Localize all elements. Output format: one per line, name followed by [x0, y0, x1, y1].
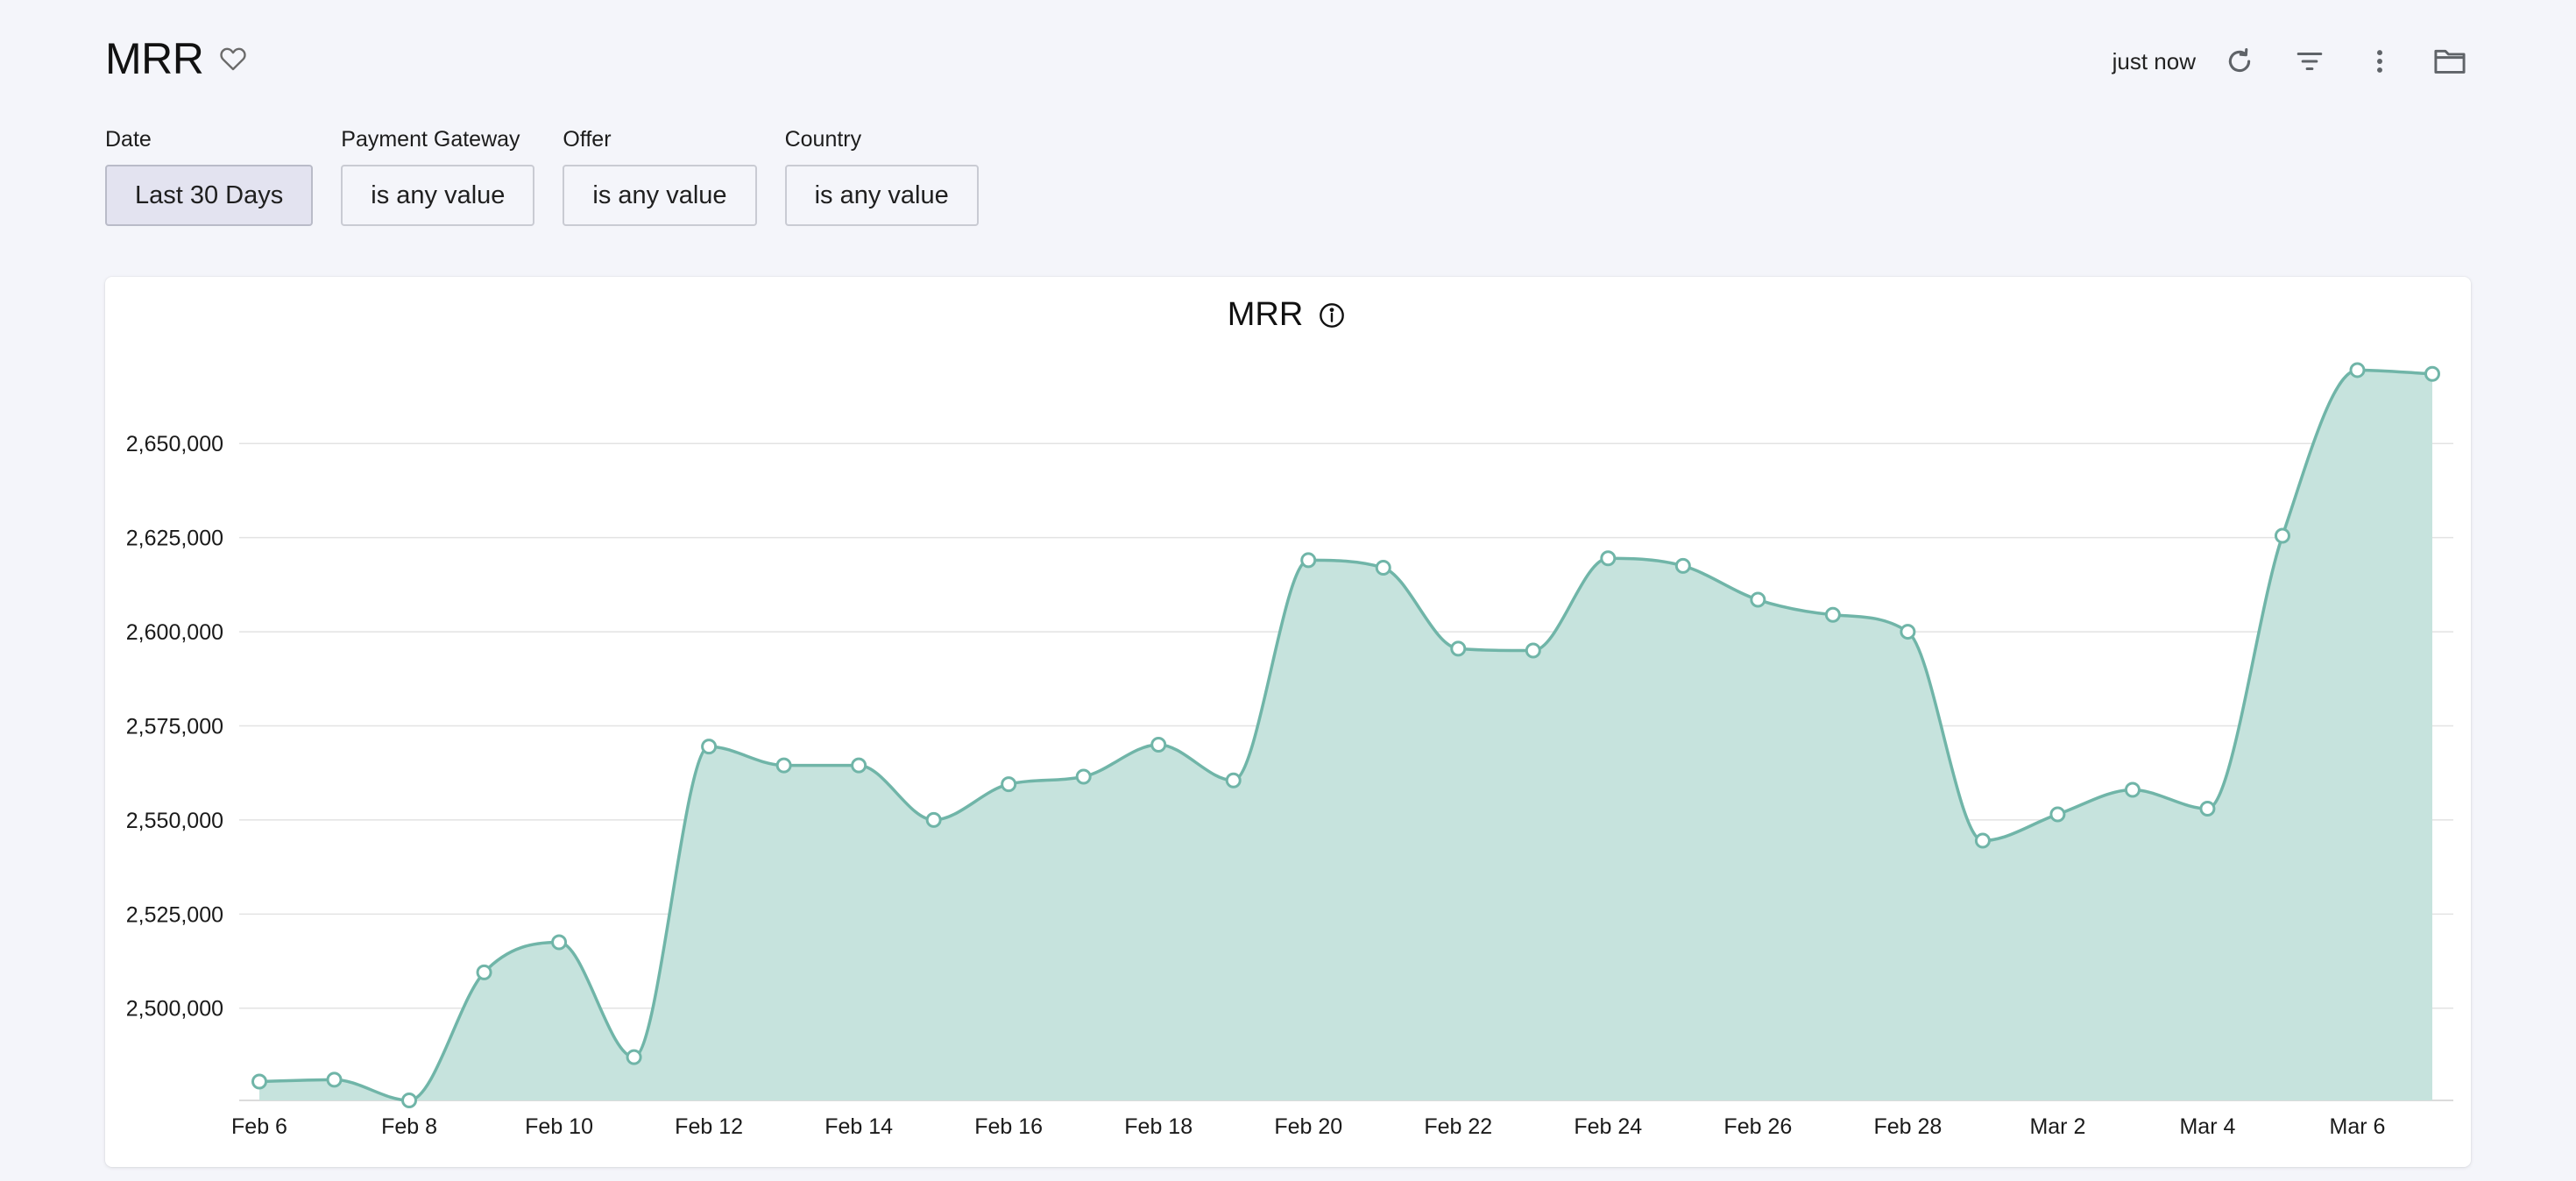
- filter-offer: Offer is any value: [563, 126, 757, 226]
- data-point[interactable]: [551, 934, 568, 951]
- filter-offer-label: Offer: [563, 127, 612, 152]
- chart-title: MRR: [1227, 296, 1304, 333]
- data-point[interactable]: [1375, 560, 1391, 576]
- y-tick-label: 2,500,000: [126, 997, 223, 1022]
- y-tick-label: 2,525,000: [126, 902, 223, 927]
- chart-area: [259, 370, 2432, 1100]
- y-tick-label: 2,650,000: [126, 432, 223, 456]
- filter-date-button[interactable]: Last 30 Days: [105, 165, 314, 226]
- y-tick-label: 2,600,000: [126, 620, 223, 645]
- data-point[interactable]: [1525, 642, 1541, 659]
- data-point[interactable]: [1674, 557, 1691, 574]
- heart-icon[interactable]: [216, 41, 251, 76]
- data-point[interactable]: [2199, 801, 2216, 817]
- data-point[interactable]: [1750, 591, 1766, 608]
- data-point[interactable]: [1450, 640, 1467, 657]
- x-tick-label: Feb 20: [1274, 1114, 1342, 1139]
- x-tick-label: Mar 6: [2330, 1114, 2386, 1139]
- x-tick-label: Feb 24: [1574, 1114, 1642, 1139]
- folder-icon[interactable]: [2427, 39, 2473, 84]
- x-tick-label: Mar 2: [2029, 1114, 2085, 1139]
- filter-date-label: Date: [105, 127, 152, 152]
- title-row: MRR: [105, 33, 251, 84]
- x-tick-label: Feb 16: [974, 1114, 1043, 1139]
- more-vertical-icon[interactable]: [2357, 39, 2403, 84]
- data-point[interactable]: [1150, 736, 1167, 753]
- data-point[interactable]: [401, 1093, 418, 1108]
- x-tick-label: Feb 12: [675, 1114, 743, 1139]
- data-point[interactable]: [1075, 768, 1092, 785]
- x-tick-label: Feb 18: [1124, 1114, 1192, 1139]
- data-point[interactable]: [851, 757, 867, 774]
- x-tick-label: Feb 26: [1723, 1114, 1792, 1139]
- chart-card: 2,500,000 2,525,000 2,550,000 2,575,000 2,60…: [105, 277, 2471, 1167]
- data-point[interactable]: [2424, 365, 2440, 382]
- y-tick-label: 2,575,000: [126, 714, 223, 739]
- x-tick-label: Feb 28: [1873, 1114, 1942, 1139]
- dashboard-page: MRR just now Date Last 30 Days Payment G…: [0, 0, 2576, 1181]
- data-point[interactable]: [2049, 806, 2066, 823]
- x-tick-label: Feb 8: [381, 1114, 437, 1139]
- y-tick-label: 2,550,000: [126, 809, 223, 833]
- x-tick-label: Feb 10: [525, 1114, 593, 1139]
- data-point[interactable]: [775, 757, 792, 774]
- y-axis: 2,500,000 2,525,000 2,550,000 2,575,000 2,60…: [126, 432, 223, 1022]
- filter-payment-gateway: Payment Gateway is any value: [341, 126, 535, 226]
- filter-country-button[interactable]: is any value: [784, 165, 979, 226]
- x-tick-label: Feb 6: [231, 1114, 287, 1139]
- refresh-icon[interactable]: [2217, 39, 2262, 84]
- data-point[interactable]: [626, 1049, 642, 1065]
- data-point[interactable]: [476, 964, 492, 980]
- x-tick-label: Feb 14: [824, 1114, 893, 1139]
- filter-offer-button[interactable]: is any value: [563, 165, 757, 226]
- data-point[interactable]: [251, 1073, 267, 1090]
- filter-country: Country is any value: [784, 126, 979, 226]
- filter-country-label: Country: [784, 127, 862, 152]
- x-tick-label: Feb 22: [1424, 1114, 1492, 1139]
- data-point[interactable]: [2274, 527, 2290, 544]
- data-point[interactable]: [326, 1071, 343, 1088]
- data-point[interactable]: [1300, 552, 1317, 569]
- mrr-chart: 2,500,000 2,525,000 2,550,000 2,575,000 2,60…: [126, 362, 2453, 1139]
- data-point[interactable]: [2124, 781, 2141, 798]
- chart-header: MRR: [105, 296, 2471, 334]
- data-point[interactable]: [925, 811, 942, 828]
- data-point[interactable]: [2349, 362, 2366, 378]
- data-point[interactable]: [701, 739, 718, 755]
- toolbar: just now: [2112, 39, 2473, 84]
- data-point[interactable]: [1600, 550, 1617, 567]
- data-point[interactable]: [1001, 776, 1017, 793]
- filter-date: Date Last 30 Days: [105, 126, 314, 226]
- data-point[interactable]: [1225, 772, 1242, 789]
- filter-payment-gateway-button[interactable]: is any value: [341, 165, 535, 226]
- x-tick-label: Mar 4: [2179, 1114, 2235, 1139]
- filter-payment-gateway-label: Payment Gateway: [341, 127, 520, 152]
- data-point[interactable]: [1824, 606, 1841, 623]
- x-axis: Feb 6 Feb 8 Feb 10 Feb 12 Feb 14 Feb 16 Feb 18…: [231, 1114, 2385, 1139]
- page-title: MRR: [105, 34, 204, 83]
- filter-icon[interactable]: [2287, 39, 2332, 84]
- y-tick-label: 2,625,000: [126, 527, 223, 551]
- data-point[interactable]: [1900, 624, 1916, 640]
- filter-bar: Date Last 30 Days Payment Gateway is any…: [105, 126, 1007, 226]
- last-updated-text: just now: [2112, 47, 2196, 74]
- info-icon[interactable]: [1315, 299, 1348, 332]
- data-point[interactable]: [1974, 832, 1991, 849]
